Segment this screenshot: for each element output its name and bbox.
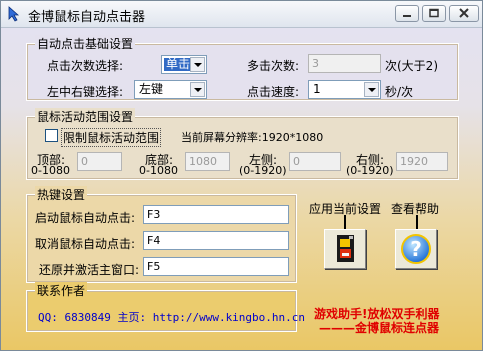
- limit-range-checkbox[interactable]: [45, 129, 58, 142]
- maximize-icon: [429, 8, 439, 18]
- restore-hotkey-field[interactable]: F5: [143, 257, 289, 276]
- speed-select[interactable]: 1: [308, 80, 381, 99]
- right-range: (0-1920): [346, 164, 394, 177]
- close-button[interactable]: [449, 5, 479, 22]
- start-hotkey-label: 启动鼠标自动点击:: [35, 211, 136, 225]
- title-bar[interactable]: 金博鼠标自动点击器: [1, 1, 482, 28]
- cancel-hotkey-field[interactable]: F4: [143, 231, 289, 250]
- click-count-label: 点击次数选择:: [47, 59, 124, 73]
- apply-settings-button[interactable]: [324, 229, 366, 269]
- svg-text:?: ?: [410, 237, 422, 261]
- window-title: 金博鼠标自动点击器: [28, 10, 146, 25]
- bottom-field[interactable]: 1080: [185, 152, 230, 171]
- speed-label: 点击速度:: [247, 85, 300, 99]
- hotkey-settings-title: 热键设置: [35, 186, 88, 203]
- contact-title: 联系作者: [35, 282, 88, 299]
- minimize-icon: [403, 15, 411, 17]
- chevron-down-icon[interactable]: [190, 82, 205, 97]
- top-field[interactable]: 0: [77, 152, 122, 171]
- chevron-down-icon[interactable]: [190, 57, 205, 72]
- promo-line-2: ———金博鼠标连点器: [319, 321, 440, 335]
- start-hotkey-field[interactable]: F3: [143, 205, 289, 224]
- speed-value: 1: [313, 82, 321, 96]
- click-count-select[interactable]: 单击: [161, 55, 207, 74]
- bottom-range: 0-1080: [139, 164, 178, 177]
- top-range: 0-1080: [31, 164, 70, 177]
- left-field[interactable]: 0: [289, 152, 341, 171]
- basic-settings-title: 自动点击基础设置: [35, 35, 136, 52]
- chevron-down-icon[interactable]: [364, 82, 379, 97]
- maximize-button[interactable]: [422, 5, 446, 22]
- app-mouse-icon: [8, 6, 20, 22]
- multi-click-unit: 次(大于2): [385, 59, 438, 73]
- floppy-disk-icon: [337, 235, 354, 262]
- limit-range-label[interactable]: 限制鼠标活动范围: [61, 128, 162, 147]
- resolution-text: 当前屏幕分辨率:1920*1080: [181, 131, 324, 144]
- mouse-button-select[interactable]: 左键: [134, 80, 207, 99]
- right-field[interactable]: 1920: [396, 152, 448, 171]
- contact-text: QQ: 6830849 主页: http://www.kingbo.hn.cn: [38, 311, 306, 324]
- minimize-button[interactable]: [395, 5, 419, 22]
- multi-click-label: 多击次数:: [247, 59, 300, 73]
- main-window: 金博鼠标自动点击器 自动点击基础设置 点击次数选择: 单击 多击次数: 3 次(…: [0, 0, 483, 351]
- mouse-button-label: 左中右键选择:: [47, 85, 124, 99]
- left-range: (0-1920): [239, 164, 287, 177]
- restore-hotkey-label: 还原并激活主窗口:: [39, 263, 140, 277]
- click-count-value: 单击: [164, 57, 193, 71]
- cancel-hotkey-label: 取消鼠标自动点击:: [35, 237, 136, 251]
- close-icon: [459, 8, 469, 18]
- mouse-button-value: 左键: [139, 82, 164, 96]
- help-button[interactable]: ?: [395, 229, 437, 269]
- multi-click-field[interactable]: 3: [308, 54, 381, 73]
- speed-unit: 秒/次: [385, 85, 414, 99]
- range-settings-title: 鼠标活动范围设置: [35, 108, 136, 125]
- question-mark-icon: ?: [401, 234, 431, 264]
